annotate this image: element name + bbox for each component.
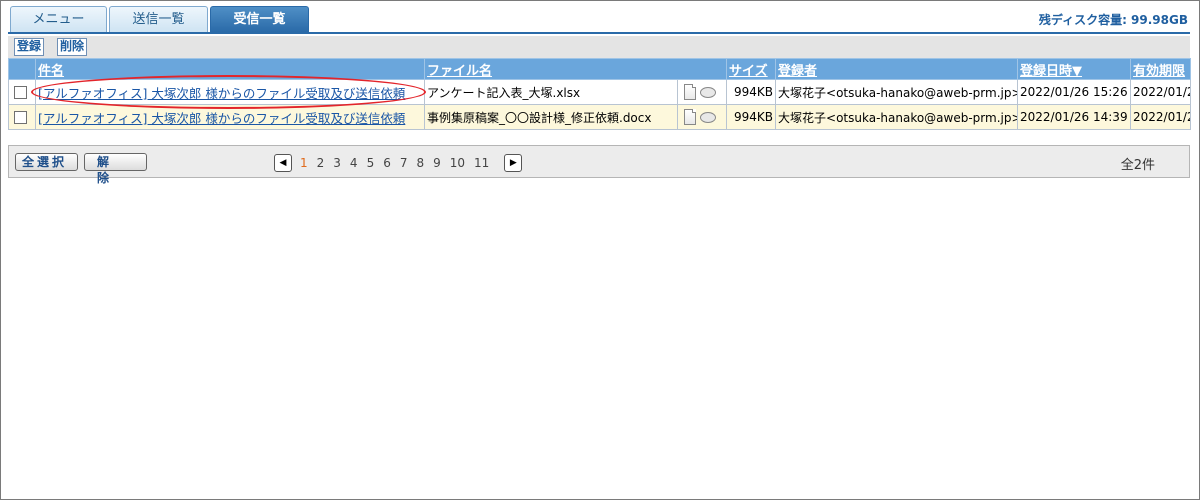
- expiry-cell: 2022/01/29: [1130, 79, 1192, 105]
- header-size[interactable]: サイズ: [726, 58, 777, 80]
- header-expiry-label[interactable]: 有効期限: [1133, 64, 1185, 79]
- page-numbers: 1 2 3 4 5 6 7 8 9 10 11: [300, 156, 498, 170]
- tab-sent-list[interactable]: 送信一覧: [109, 6, 208, 32]
- registrant-cell: 大塚花子<otsuka-hanako@aweb-prm.jp>: [775, 104, 1019, 130]
- subject-link[interactable]: [アルファオフィス] 大塚次郎 様からのファイル受取及び送信依頼: [38, 111, 405, 126]
- file-actions-cell: [676, 79, 728, 105]
- page-link[interactable]: 3: [333, 156, 341, 170]
- page-link[interactable]: 10: [450, 156, 465, 170]
- page-link[interactable]: 7: [400, 156, 408, 170]
- file-actions-cell: [676, 104, 728, 130]
- header-filename-label[interactable]: ファイル名: [427, 64, 492, 79]
- triangle-right-icon: ▶: [509, 158, 517, 168]
- expiry-cell: 2022/01/29: [1130, 104, 1192, 130]
- size-cell: 994KB: [726, 104, 777, 130]
- table-header-row: 件名 ファイル名 サイズ 登録者 登録日時▼ 有効期限: [8, 58, 1192, 80]
- header-registrant-label[interactable]: 登録者: [778, 64, 817, 79]
- datetime-cell: 2022/01/26 14:39: [1017, 104, 1132, 130]
- page-link[interactable]: 8: [416, 156, 424, 170]
- header-registrant[interactable]: 登録者: [775, 58, 1019, 80]
- row-checkbox[interactable]: [14, 86, 27, 99]
- subject-cell: [アルファオフィス] 大塚次郎 様からのファイル受取及び送信依頼: [35, 79, 425, 105]
- table-row: [アルファオフィス] 大塚次郎 様からのファイル受取及び送信依頼 事例集原稿案_…: [8, 104, 1192, 130]
- filename-cell: アンケート記入表_大塚.xlsx: [424, 79, 678, 105]
- footer-bar: 全選択 解除 ◀ 1 2 3 4 5 6 7 8 9 10 11 ▶ 全2件: [8, 145, 1190, 185]
- comment-icon[interactable]: [700, 86, 716, 98]
- header-subject-label[interactable]: 件名: [38, 64, 64, 79]
- header-datetime[interactable]: 登録日時▼: [1017, 58, 1132, 80]
- release-button[interactable]: 解除: [84, 153, 147, 185]
- page-link[interactable]: 4: [350, 156, 358, 170]
- file-icon[interactable]: [684, 84, 696, 100]
- page-link[interactable]: 9: [433, 156, 441, 170]
- row-checkbox-cell: [8, 79, 36, 105]
- row-checkbox[interactable]: [14, 111, 27, 124]
- page-link[interactable]: 11: [474, 156, 489, 170]
- header-checkbox: [8, 58, 36, 80]
- subject-cell: [アルファオフィス] 大塚次郎 様からのファイル受取及び送信依頼: [35, 104, 425, 130]
- next-page-button[interactable]: ▶: [504, 154, 523, 172]
- header-expiry[interactable]: 有効期限: [1130, 58, 1192, 80]
- received-files-table: 件名 ファイル名 サイズ 登録者 登録日時▼ 有効期限 [アルファオフィス] 大…: [8, 58, 1192, 130]
- tab-underline: [8, 32, 1190, 34]
- header-datetime-label[interactable]: 登録日時▼: [1020, 64, 1082, 79]
- subject-link[interactable]: [アルファオフィス] 大塚次郎 様からのファイル受取及び送信依頼: [38, 86, 405, 101]
- disk-capacity: 残ディスク容量: 99.98GB: [1038, 13, 1188, 27]
- header-subject[interactable]: 件名: [35, 58, 425, 80]
- tab-received-list[interactable]: 受信一覧: [210, 6, 309, 32]
- header-filename[interactable]: ファイル名: [423, 58, 728, 80]
- pagination: ◀ 1 2 3 4 5 6 7 8 9 10 11 ▶: [274, 153, 523, 173]
- register-button[interactable]: 登録: [14, 38, 45, 56]
- select-all-button[interactable]: 全選択: [15, 153, 78, 171]
- page-link[interactable]: 1: [300, 156, 308, 170]
- size-cell: 994KB: [726, 79, 777, 105]
- table-row: [アルファオフィス] 大塚次郎 様からのファイル受取及び送信依頼 アンケート記入…: [8, 79, 1192, 105]
- page-link[interactable]: 5: [367, 156, 375, 170]
- row-checkbox-cell: [8, 104, 36, 130]
- datetime-cell: 2022/01/26 15:26: [1017, 79, 1132, 105]
- total-count: 全2件: [1120, 158, 1155, 173]
- delete-button[interactable]: 削除: [57, 38, 88, 56]
- triangle-left-icon: ◀: [279, 158, 287, 168]
- header-size-label[interactable]: サイズ: [729, 64, 768, 79]
- tab-menu[interactable]: メニュー: [10, 6, 107, 32]
- toolbar: 登録 削除: [8, 36, 1190, 58]
- page-link[interactable]: 6: [383, 156, 391, 170]
- filename-cell: 事例集原稿案_〇〇設計様_修正依頼.docx: [424, 104, 678, 130]
- prev-page-button[interactable]: ◀: [274, 154, 292, 172]
- comment-icon[interactable]: [700, 111, 716, 123]
- file-icon[interactable]: [684, 109, 696, 125]
- page-link[interactable]: 2: [317, 156, 325, 170]
- registrant-cell: 大塚花子<otsuka-hanako@aweb-prm.jp>: [775, 79, 1019, 105]
